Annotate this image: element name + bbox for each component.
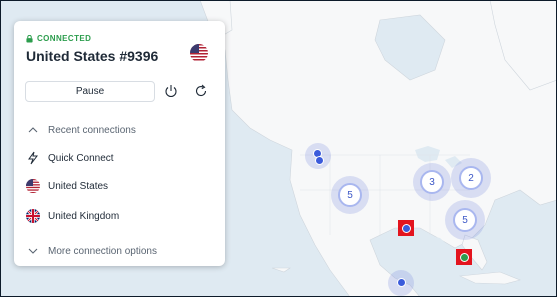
connection-panel: CONNECTED United States #9396 Pause Rece…	[14, 21, 225, 266]
cluster-count: 2	[459, 166, 483, 190]
lock-icon	[26, 34, 33, 42]
chevron-up-icon	[28, 127, 38, 133]
server-cluster[interactable]: 3	[413, 163, 451, 201]
refresh-icon[interactable]	[194, 84, 208, 98]
cluster-count: 5	[453, 208, 477, 232]
lightning-icon	[28, 151, 38, 165]
server-marker[interactable]	[315, 156, 324, 165]
server-cluster[interactable]: 2	[451, 158, 491, 198]
highlighted-server-marker[interactable]	[398, 220, 414, 236]
recent-connections-toggle[interactable]: Recent connections	[26, 123, 136, 137]
united-states-label: United States	[48, 180, 109, 192]
us-flag-icon	[190, 44, 208, 62]
server-cluster[interactable]: 5	[445, 200, 485, 240]
server-cluster[interactable]: 5	[331, 176, 369, 214]
connection-status: CONNECTED	[26, 34, 91, 43]
chevron-down-icon	[28, 248, 38, 254]
server-name: United States #9396	[26, 48, 159, 64]
more-connection-options-label: More connection options	[48, 245, 157, 257]
highlighted-connected-marker[interactable]	[456, 249, 472, 265]
status-label: CONNECTED	[37, 34, 92, 43]
server-cluster-mexico[interactable]	[388, 270, 414, 296]
recent-item-united-states[interactable]: United States	[26, 179, 108, 193]
recent-connections-label: Recent connections	[48, 124, 136, 136]
server-cluster-west-coast[interactable]	[305, 143, 331, 169]
server-marker[interactable]	[397, 278, 406, 287]
power-icon[interactable]	[164, 84, 178, 98]
quick-connect-item[interactable]: Quick Connect	[26, 151, 114, 165]
more-connection-options-toggle[interactable]: More connection options	[26, 244, 157, 258]
pause-button[interactable]: Pause	[25, 81, 155, 102]
cluster-count: 3	[420, 170, 444, 194]
united-kingdom-label: United Kingdom	[48, 210, 120, 222]
us-flag-icon	[26, 179, 40, 193]
uk-flag-icon	[26, 209, 40, 223]
recent-item-united-kingdom[interactable]: United Kingdom	[26, 209, 119, 223]
cluster-count: 5	[338, 183, 362, 207]
quick-connect-label: Quick Connect	[48, 152, 114, 164]
